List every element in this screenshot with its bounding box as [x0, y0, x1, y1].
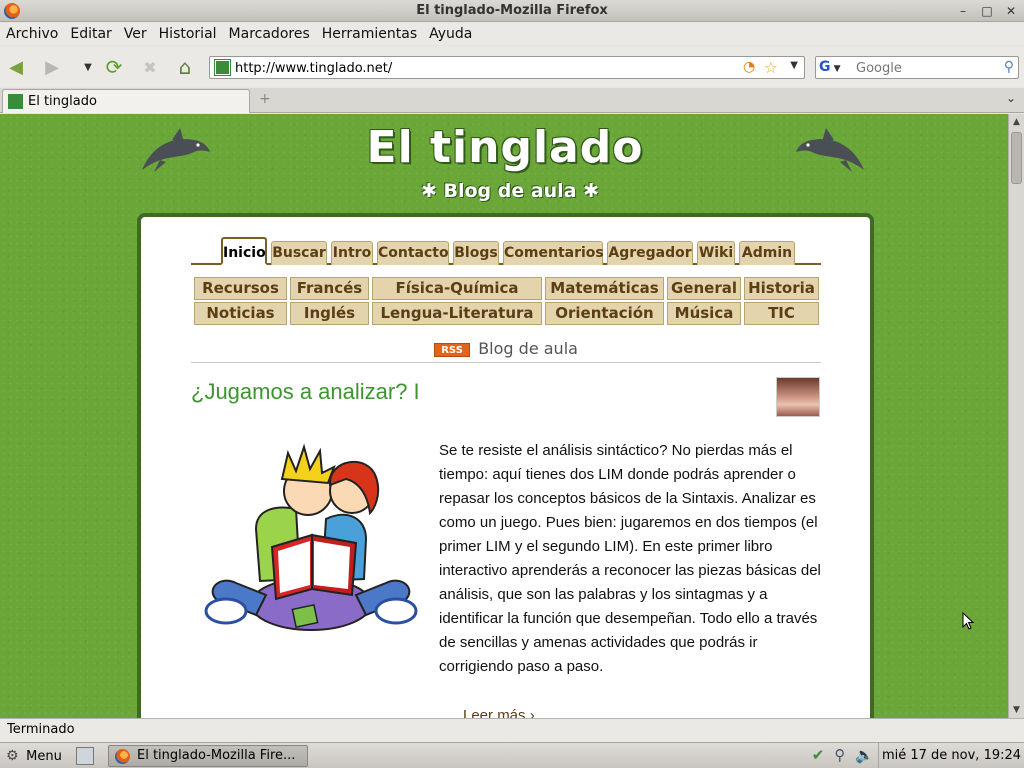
menu-bar: Archivo Editar Ver Historial Marcadores … [0, 23, 1024, 45]
main-nav: Inicio Buscar Intro Contacto Blogs Comen… [191, 235, 821, 265]
status-bar: Terminado [0, 718, 1024, 742]
close-icon[interactable]: ✕ [1004, 0, 1018, 22]
vertical-scrollbar[interactable]: ▲ ▼ [1008, 114, 1024, 718]
status-text: Terminado [7, 722, 75, 737]
blog-header: RSS Blog de aula [191, 339, 821, 363]
site-title[interactable]: El tinglado [300, 122, 710, 174]
tab-label: El tinglado [28, 94, 97, 109]
nav-tab-wiki[interactable]: Wiki [697, 241, 735, 265]
cat-noticias[interactable]: Noticias [194, 302, 287, 325]
firefox-icon [4, 3, 20, 19]
update-check-icon[interactable]: ✔ [812, 746, 825, 764]
nav-tab-admin[interactable]: Admin [739, 241, 795, 265]
scroll-up-icon[interactable]: ▲ [1009, 114, 1024, 130]
post-title[interactable]: ¿Jugamos a analizar? I [191, 379, 420, 405]
menu-archivo[interactable]: Archivo [6, 23, 64, 45]
bookmark-star-icon[interactable]: ☆ [764, 58, 778, 77]
cat-general[interactable]: General [667, 277, 741, 300]
cat-musica[interactable]: Música [667, 302, 741, 325]
window-title: El tinglado-Mozilla Firefox [416, 3, 608, 18]
author-avatar [776, 377, 820, 417]
show-desktop-icon[interactable] [76, 747, 94, 765]
list-all-tabs-icon[interactable]: ⌄ [1006, 91, 1016, 105]
cat-lengua-literatura[interactable]: Lengua-Literatura [372, 302, 542, 325]
navigation-toolbar: ◀ ▶ ▼ ⟳ ✖ ⌂ ◔ ☆ ▼ G ▼ ⚲ [0, 47, 1024, 87]
cat-historia[interactable]: Historia [744, 277, 819, 300]
menu-historial[interactable]: Historial [159, 23, 223, 45]
minimize-icon[interactable]: – [956, 0, 970, 22]
cat-frances[interactable]: Francés [290, 277, 369, 300]
cat-orientacion[interactable]: Orientación [545, 302, 664, 325]
scroll-thumb[interactable] [1011, 132, 1022, 184]
cat-ingles[interactable]: Inglés [290, 302, 369, 325]
nav-tab-inicio[interactable]: Inicio [221, 237, 267, 265]
nav-tab-blogs[interactable]: Blogs [453, 241, 499, 265]
rss-feed-icon[interactable]: ◔ [743, 60, 758, 75]
site-favicon-icon [214, 59, 231, 76]
search-input[interactable] [856, 59, 996, 77]
mouse-cursor-icon [962, 612, 974, 630]
dolphin-right-icon [796, 128, 864, 172]
kids-reading-illustration [204, 443, 418, 631]
window-controls: – □ ✕ [956, 0, 1018, 22]
history-dropdown-icon[interactable]: ▼ [76, 55, 100, 79]
menu-editar[interactable]: Editar [70, 23, 117, 45]
network-icon[interactable]: ⚲ [834, 746, 845, 764]
nav-tab-comentarios[interactable]: Comentarios [503, 241, 604, 265]
cat-tic[interactable]: TIC [744, 302, 819, 325]
volume-icon[interactable]: 🔈 [855, 746, 874, 764]
tab-favicon-icon [8, 94, 23, 109]
menu-herramientas[interactable]: Herramientas [322, 23, 423, 45]
forward-icon[interactable]: ▶ [40, 55, 64, 79]
nav-tab-contacto[interactable]: Contacto [377, 241, 449, 265]
tab-bar: El tinglado + ⌄ [0, 88, 1024, 113]
scroll-down-icon[interactable]: ▼ [1009, 702, 1024, 718]
menu-marcadores[interactable]: Marcadores [229, 23, 316, 45]
dolphin-left-icon [142, 128, 210, 172]
url-bar[interactable]: ◔ ☆ ▼ [209, 56, 805, 79]
blog-label: Blog de aula [478, 339, 578, 358]
maximize-icon[interactable]: □ [980, 0, 994, 22]
search-icon[interactable]: ⚲ [1004, 59, 1014, 75]
tab-el-tinglado[interactable]: El tinglado [2, 89, 250, 113]
cat-fisica-quimica[interactable]: Física-Química [372, 277, 542, 300]
menu-ver[interactable]: Ver [124, 23, 153, 45]
url-dropdown-icon[interactable]: ▼ [790, 60, 798, 71]
home-icon[interactable]: ⌂ [173, 55, 197, 79]
post-text: Se te resiste el análisis sintáctico? No… [439, 442, 821, 675]
system-tray: ✔ ⚲ 🔈 [812, 746, 874, 764]
site-subtitle: ✱ Blog de aula ✱ [420, 180, 600, 202]
new-tab-icon[interactable]: + [259, 91, 271, 107]
desktop-panel: ⚙ Menu El tinglado-Mozilla Fire... ✔ ⚲ 🔈… [0, 742, 1024, 768]
gear-icon: ⚙ [6, 748, 19, 764]
read-more-link[interactable]: Leer más › [463, 707, 535, 718]
taskbar-window-firefox[interactable]: El tinglado-Mozilla Fire... [108, 745, 308, 767]
main-menu-button[interactable]: ⚙ Menu [6, 746, 62, 766]
menu-ayuda[interactable]: Ayuda [429, 23, 478, 45]
nav-tab-intro[interactable]: Intro [331, 241, 373, 265]
reload-icon[interactable]: ⟳ [102, 55, 126, 79]
cat-recursos[interactable]: Recursos [194, 277, 287, 300]
rss-badge[interactable]: RSS [434, 343, 471, 357]
firefox-icon [115, 749, 130, 764]
window-titlebar: El tinglado-Mozilla Firefox – □ ✕ [0, 0, 1024, 22]
stop-icon[interactable]: ✖ [138, 55, 162, 79]
nav-tab-agregador[interactable]: Agregador [607, 241, 693, 265]
web-content: El tinglado ✱ Blog de aula ✱ Inicio Busc… [0, 114, 1008, 718]
search-engine-icon[interactable]: G ▼ [819, 59, 849, 76]
content-panel: Inicio Buscar Intro Contacto Blogs Comen… [137, 213, 874, 718]
cat-matematicas[interactable]: Matemáticas [545, 277, 664, 300]
url-input[interactable] [235, 59, 735, 77]
clock[interactable]: mié 17 de nov, 19:24 [878, 743, 1024, 768]
search-bar[interactable]: G ▼ ⚲ [815, 56, 1019, 79]
nav-tab-buscar[interactable]: Buscar [271, 241, 327, 265]
back-icon[interactable]: ◀ [4, 55, 28, 79]
